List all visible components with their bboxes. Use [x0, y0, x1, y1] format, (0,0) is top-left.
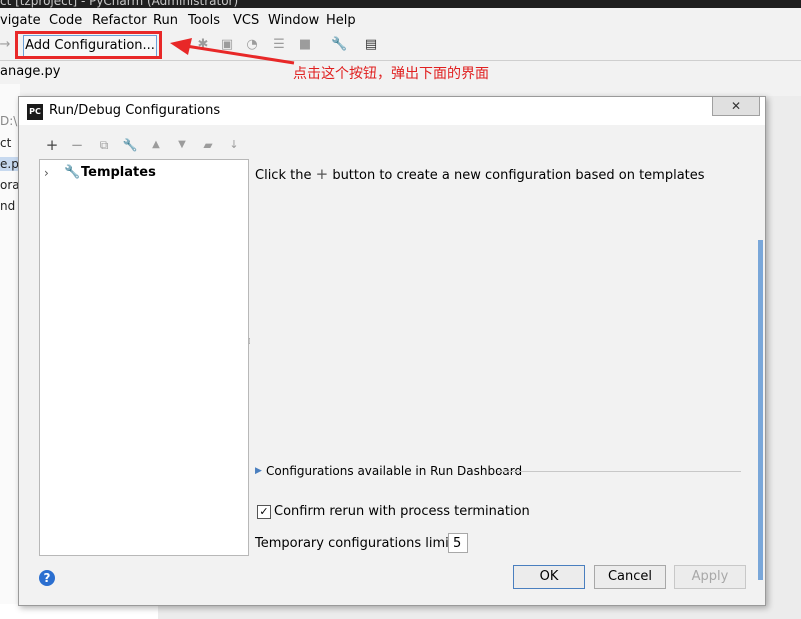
back-arrow-icon[interactable]: → [0, 38, 12, 52]
highlight-box [15, 31, 162, 59]
annotation-arrow [170, 38, 295, 65]
menu-help[interactable]: Help [326, 13, 356, 28]
project-item[interactable]: orar [0, 178, 20, 192]
menu-bar: vigate Code Refactor Run Tools VCS Windo… [0, 8, 801, 32]
dialog-titlebar: PC Run/Debug Configurations ✕ [19, 97, 765, 125]
divider [497, 471, 741, 472]
folder-icon[interactable]: ▰ [199, 135, 217, 155]
project-path: D:\p [0, 114, 20, 128]
close-button[interactable]: ✕ [712, 97, 760, 116]
project-item-selected[interactable]: e.py [0, 157, 20, 171]
ok-button[interactable]: OK [513, 565, 585, 589]
move-up-icon[interactable]: ▲ [147, 135, 165, 155]
menu-tools[interactable]: Tools [188, 13, 220, 28]
project-item[interactable]: nd [0, 199, 15, 213]
move-down-icon[interactable]: ▼ [173, 135, 191, 155]
menu-refactor[interactable]: Refactor [92, 13, 147, 28]
remove-icon[interactable]: − [68, 135, 86, 155]
wrench-icon: 🔧 [64, 165, 81, 180]
temp-limit-input[interactable]: 5 [448, 533, 468, 553]
menu-code[interactable]: Code [49, 13, 82, 28]
project-panel: D:\p ct e.py orar nd [0, 84, 20, 619]
window-titlebar: ct [tzproject] - PyCharm (Administrator) [0, 0, 801, 8]
menu-run[interactable]: Run [153, 13, 178, 28]
add-icon[interactable]: + [43, 135, 61, 155]
background-bottom-panel [158, 604, 801, 619]
tree-item-label: Templates [81, 165, 156, 180]
editor-tab[interactable]: anage.py [0, 61, 61, 83]
settings-wrench-icon[interactable]: 🔧 [331, 38, 347, 52]
hint-prefix: Click the [255, 168, 312, 183]
empty-state-hint: Click the + button to create a new confi… [255, 165, 705, 183]
apply-button[interactable]: Apply [674, 565, 746, 589]
run-dashboard-section[interactable]: ▶ Configurations available in Run Dashbo… [255, 463, 741, 479]
cancel-button[interactable]: Cancel [594, 565, 666, 589]
menu-navigate[interactable]: vigate [0, 13, 41, 28]
stop-icon[interactable]: ■ [298, 38, 312, 52]
help-icon[interactable]: ? [39, 570, 55, 586]
background-editor [764, 96, 801, 619]
configuration-tree: › 🔧 Templates [39, 159, 249, 556]
sort-icon[interactable]: ↓ [225, 135, 243, 155]
hint-suffix: button to create a new configuration bas… [332, 168, 705, 183]
structure-icon[interactable]: ▤ [364, 38, 378, 52]
run-debug-dialog: PC Run/Debug Configurations ✕ + − ⧉ 🔧 ▲ … [18, 96, 766, 606]
annotation-text: 点击这个按钮，弹出下面的界面 [293, 66, 489, 82]
project-item[interactable]: ct [0, 136, 11, 150]
dialog-title: Run/Debug Configurations [49, 103, 221, 118]
dashboard-label: Configurations available in Run Dashboar… [266, 464, 523, 478]
copy-icon[interactable]: ⧉ [95, 135, 113, 155]
window-title: ct [tzproject] - PyCharm (Administrator) [0, 0, 239, 8]
scrollbar[interactable] [758, 240, 763, 580]
confirm-rerun-label: Confirm rerun with process termination [274, 504, 530, 519]
temp-limit-label: Temporary configurations limit: [255, 536, 459, 551]
triangle-right-icon[interactable]: ▶ [255, 463, 262, 479]
add-icon: + [315, 165, 329, 183]
chevron-right-icon[interactable]: › [44, 164, 56, 182]
splitter-handle[interactable]: ⁞ [248, 337, 252, 353]
wrench-icon[interactable]: 🔧 [121, 135, 139, 155]
pycharm-logo-icon: PC [27, 104, 43, 120]
menu-vcs[interactable]: VCS [233, 13, 259, 28]
confirm-rerun-checkbox[interactable]: ✓ [257, 505, 271, 519]
menu-window[interactable]: Window [268, 13, 319, 28]
